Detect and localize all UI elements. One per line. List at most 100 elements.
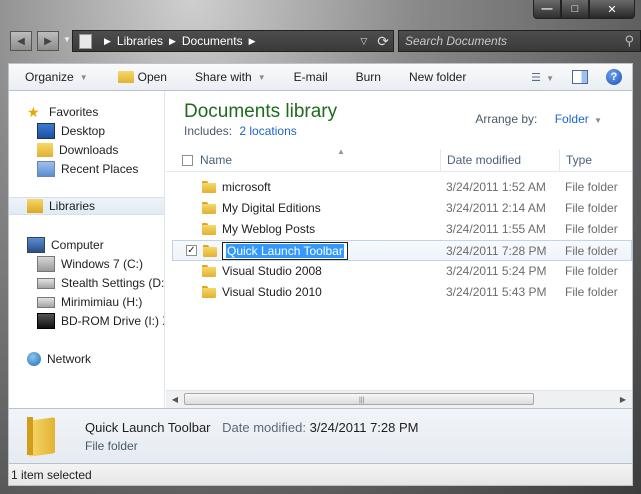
nav-libraries-label: Libraries bbox=[49, 199, 96, 213]
forward-button[interactable]: ▶ bbox=[37, 31, 59, 51]
nav-computer[interactable]: Computer bbox=[27, 236, 104, 254]
refresh-icon[interactable]: ⟳ bbox=[377, 33, 389, 50]
file-date: 3/24/2011 1:55 AM bbox=[446, 221, 546, 236]
recent-places-icon bbox=[37, 161, 55, 177]
column-name[interactable]: ▲ Name bbox=[194, 147, 441, 171]
file-row-selected[interactable]: ✓ Quick Launch Toolbar 3/24/2011 7:28 PM… bbox=[172, 240, 632, 261]
nav-drive-i[interactable]: BD-ROM Drive (I:) X16 bbox=[37, 312, 164, 330]
column-type-label: Type bbox=[566, 153, 593, 167]
new-folder-button[interactable]: New folder bbox=[393, 70, 478, 84]
nav-drive-i-label: BD-ROM Drive (I:) X16 bbox=[61, 314, 164, 328]
chevron-down-icon: ▼ bbox=[594, 116, 602, 125]
scroll-left-icon[interactable]: ◀ bbox=[168, 393, 182, 405]
file-type: File folder bbox=[565, 221, 618, 236]
folder-icon bbox=[203, 244, 217, 257]
open-button[interactable]: Open bbox=[100, 70, 179, 84]
nav-network[interactable]: Network bbox=[27, 350, 91, 368]
maximize-button[interactable]: □ bbox=[561, 0, 589, 19]
view-options-button[interactable]: ☰ ▼ bbox=[531, 71, 554, 84]
library-includes: Includes: 2 locations bbox=[184, 124, 297, 138]
address-row: ◀ ▶ ▼ ▶ Libraries ▶ Documents ▶ ▽ ⟳ Sear… bbox=[10, 29, 641, 53]
search-icon[interactable]: ⚲ bbox=[624, 33, 634, 49]
command-bar: Organize ▼ Open Share with ▼ E-mail Burn… bbox=[8, 63, 633, 91]
downloads-icon bbox=[37, 143, 53, 157]
file-name: My Digital Editions bbox=[222, 200, 321, 215]
file-row[interactable]: My Weblog Posts 3/24/2011 1:55 AM File f… bbox=[172, 219, 632, 240]
back-button[interactable]: ◀ bbox=[10, 31, 32, 51]
address-dropdown-icon[interactable]: ▽ bbox=[360, 36, 367, 47]
breadcrumb-documents[interactable]: Documents bbox=[182, 34, 243, 48]
close-button[interactable]: ✕ bbox=[589, 0, 635, 19]
file-date: 3/24/2011 2:14 AM bbox=[446, 200, 546, 215]
burn-button[interactable]: Burn bbox=[340, 70, 393, 84]
folder-icon bbox=[202, 180, 216, 193]
windows-drive-icon bbox=[37, 256, 55, 272]
nav-libraries[interactable]: Libraries bbox=[9, 197, 164, 215]
nav-recent-places-label: Recent Places bbox=[61, 162, 139, 176]
scroll-right-icon[interactable]: ▶ bbox=[616, 393, 630, 405]
arrange-by-dropdown[interactable]: Folder ▼ bbox=[555, 112, 602, 126]
nav-desktop-label: Desktop bbox=[61, 124, 106, 138]
nav-recent-places[interactable]: Recent Places bbox=[37, 160, 138, 178]
file-name: Quick Launch Toolbar bbox=[226, 243, 344, 258]
breadcrumb-libraries[interactable]: Libraries bbox=[117, 34, 163, 48]
nav-network-label: Network bbox=[47, 352, 92, 366]
navigation-pane: ★ Favorites Desktop Downloads Recent Pla… bbox=[9, 91, 165, 408]
file-name: Visual Studio 2008 bbox=[222, 263, 322, 278]
breadcrumb-separator-icon: ▶ bbox=[248, 35, 256, 46]
nav-downloads-label: Downloads bbox=[59, 143, 119, 157]
file-name: Visual Studio 2010 bbox=[222, 284, 322, 299]
libraries-icon bbox=[27, 199, 43, 213]
includes-label: Includes: bbox=[184, 124, 233, 138]
nav-drive-h[interactable]: Mirimimiau (H:) bbox=[37, 293, 142, 311]
file-type: File folder bbox=[565, 179, 618, 194]
open-label: Open bbox=[137, 70, 167, 84]
file-date: 3/24/2011 1:52 AM bbox=[446, 179, 546, 194]
email-button[interactable]: E-mail bbox=[278, 70, 340, 84]
nav-drive-c[interactable]: Windows 7 (C:) bbox=[37, 255, 143, 273]
share-with-label: Share with bbox=[194, 70, 252, 84]
breadcrumb-separator-icon: ▶ bbox=[104, 35, 111, 46]
nav-downloads[interactable]: Downloads bbox=[37, 141, 118, 159]
arrange-by-value: Folder bbox=[554, 112, 589, 126]
address-bar[interactable]: ▶ Libraries ▶ Documents ▶ ▽ ⟳ bbox=[72, 30, 394, 52]
breadcrumb-separator-icon: ▶ bbox=[168, 35, 176, 46]
folder-large-icon bbox=[27, 415, 57, 455]
library-icon bbox=[79, 33, 92, 49]
column-type[interactable]: Type bbox=[560, 149, 632, 171]
checkbox-checked-icon[interactable]: ✓ bbox=[186, 245, 197, 256]
desktop-icon bbox=[37, 123, 55, 139]
file-row[interactable]: My Digital Editions 3/24/2011 2:14 AM Fi… bbox=[172, 198, 632, 219]
file-name: microsoft bbox=[222, 179, 271, 194]
help-icon[interactable]: ? bbox=[606, 69, 622, 85]
hard-drive-icon bbox=[37, 277, 55, 289]
nav-drive-d-label: Stealth Settings (D:) bbox=[61, 276, 165, 290]
locations-link[interactable]: 2 locations bbox=[239, 124, 296, 138]
select-all-checkbox[interactable] bbox=[176, 149, 196, 171]
recent-pages-dropdown[interactable]: ▼ bbox=[63, 35, 71, 44]
file-row[interactable]: microsoft 3/24/2011 1:52 AM File folder bbox=[172, 177, 632, 198]
file-row[interactable]: Visual Studio 2008 3/24/2011 5:24 PM Fil… bbox=[172, 261, 632, 282]
file-row[interactable]: Visual Studio 2010 3/24/2011 5:43 PM Fil… bbox=[172, 282, 632, 303]
file-date: 3/24/2011 5:24 PM bbox=[446, 263, 547, 278]
minimize-button[interactable]: — bbox=[533, 0, 561, 19]
column-date-modified[interactable]: Date modified bbox=[441, 149, 560, 171]
horizontal-scrollbar[interactable]: ◀ ||| ▶ bbox=[166, 390, 632, 408]
nav-drive-d[interactable]: Stealth Settings (D:) bbox=[37, 274, 165, 292]
bd-rom-drive-icon bbox=[37, 313, 55, 329]
rename-input[interactable]: Quick Launch Toolbar bbox=[222, 241, 348, 260]
nav-favorites[interactable]: ★ Favorites bbox=[27, 103, 98, 121]
nav-drive-h-label: Mirimimiau (H:) bbox=[61, 295, 143, 309]
status-bar: 1 item selected bbox=[8, 464, 633, 486]
share-with-button[interactable]: Share with ▼ bbox=[179, 70, 278, 84]
scrollbar-thumb[interactable]: ||| bbox=[184, 393, 534, 405]
caption-buttons: — □ ✕ bbox=[533, 0, 635, 19]
folder-icon bbox=[202, 264, 216, 277]
preview-pane-icon[interactable] bbox=[572, 70, 588, 84]
nav-desktop[interactable]: Desktop bbox=[37, 122, 105, 140]
chevron-down-icon: ▼ bbox=[257, 72, 266, 82]
search-input[interactable]: Search Documents ⚲ bbox=[398, 30, 641, 52]
organize-button[interactable]: Organize ▼ bbox=[9, 70, 100, 84]
forward-arrow-icon: ▶ bbox=[44, 35, 52, 47]
nav-favorites-label: Favorites bbox=[49, 105, 99, 119]
